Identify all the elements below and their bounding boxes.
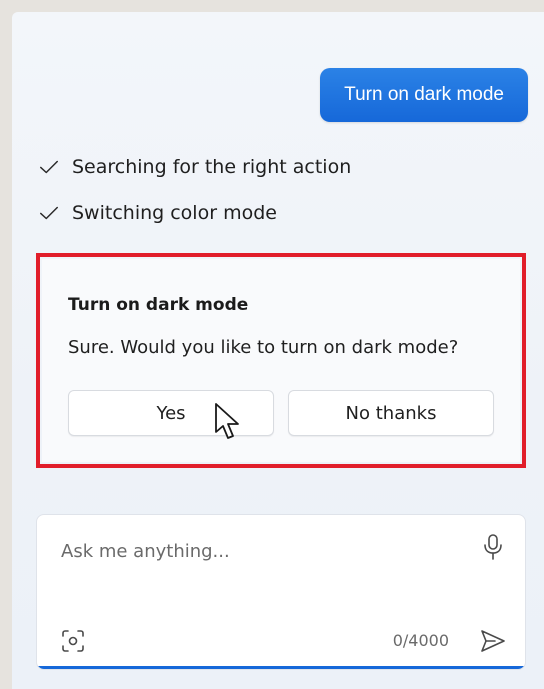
screenshot-capture-icon[interactable] <box>61 629 85 653</box>
ask-input[interactable] <box>59 537 463 565</box>
checkmark-icon <box>40 160 58 174</box>
mouse-cursor-icon <box>215 403 239 439</box>
no-thanks-button[interactable]: No thanks <box>288 390 494 436</box>
highlight-frame: Turn on dark mode Sure. Would you like t… <box>36 253 526 468</box>
card-text: Sure. Would you like to turn on dark mod… <box>68 337 459 358</box>
step-item: Searching for the right action <box>38 156 351 178</box>
step-label: Searching for the right action <box>72 156 352 178</box>
user-message-bubble: Turn on dark mode <box>320 68 528 122</box>
action-card: Turn on dark mode Sure. Would you like t… <box>42 259 520 462</box>
send-icon[interactable] <box>479 627 507 655</box>
step-label: Switching color mode <box>72 202 277 224</box>
copilot-panel: Turn on dark mode Searching for the righ… <box>12 12 544 689</box>
character-counter: 0/4000 <box>392 631 449 650</box>
card-title: Turn on dark mode <box>68 295 249 315</box>
microphone-icon[interactable] <box>481 533 505 561</box>
step-item: Switching color mode <box>38 202 277 224</box>
checkmark-icon <box>40 206 58 220</box>
yes-button[interactable]: Yes <box>68 390 274 436</box>
chat-composer: 0/4000 <box>36 514 526 670</box>
